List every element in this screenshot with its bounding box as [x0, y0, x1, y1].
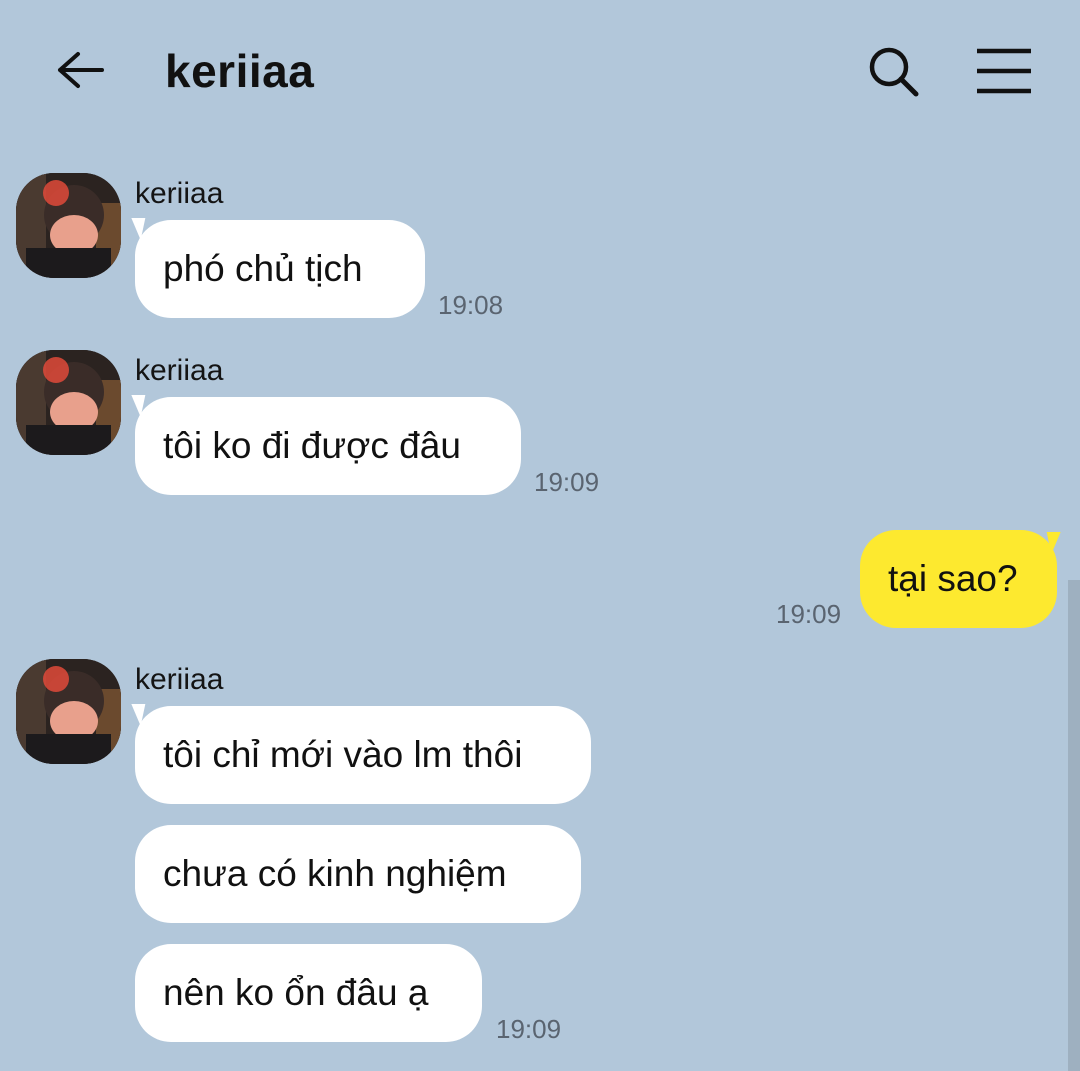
message-time: 19:09: [534, 467, 600, 497]
back-button[interactable]: [50, 42, 108, 98]
chat-title: keriiaa: [165, 45, 315, 97]
message-bubble[interactable]: chưa có kinh nghiệm: [135, 825, 581, 923]
menu-button[interactable]: [972, 44, 1036, 100]
message-time: 19:09: [496, 1014, 562, 1044]
search-icon: [869, 47, 919, 97]
avatar[interactable]: [16, 350, 121, 455]
avatar[interactable]: [16, 659, 121, 764]
my-message-bubble[interactable]: tại sao?: [860, 530, 1057, 628]
arrow-left-icon: [58, 52, 104, 88]
sender-name: keriiaa: [135, 354, 224, 387]
avatar[interactable]: [16, 173, 121, 278]
message-bubble[interactable]: phó chủ tịch: [135, 220, 425, 318]
message-time: 19:09: [776, 599, 842, 629]
message-bubble[interactable]: nên ko ổn đâu ạ: [135, 944, 482, 1042]
scrollbar[interactable]: [1068, 580, 1080, 1071]
message-bubble[interactable]: tôi ko đi được đâu: [135, 397, 521, 495]
message-bubble[interactable]: tôi chỉ mới vào lm thôi: [135, 706, 591, 804]
hamburger-menu-icon: [977, 48, 1031, 94]
message-time: 19:08: [438, 290, 504, 320]
chat-header: keriiaa: [0, 0, 1080, 140]
sender-name: keriiaa: [135, 663, 224, 696]
search-button[interactable]: [866, 44, 922, 100]
sender-name: keriiaa: [135, 177, 224, 210]
